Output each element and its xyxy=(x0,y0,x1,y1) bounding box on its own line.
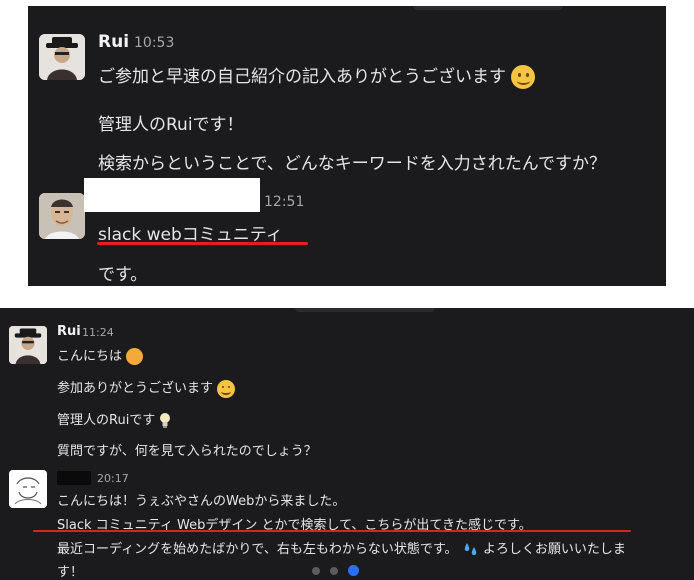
message-text: よろしくお願いいたしま xyxy=(482,542,626,557)
message-line: ご参加と早速の自己紹介の記入ありがとうございます xyxy=(98,62,536,89)
panel-notch xyxy=(295,308,435,312)
message-author[interactable]: Rui xyxy=(57,324,81,339)
avatar-rui-image xyxy=(39,34,85,80)
message-line: こんにちは！うぇぶやさんのWebから来ました。 xyxy=(57,494,346,509)
message-line: 参加ありがとうございます xyxy=(57,377,236,398)
chat-panel-top: Rui 10:53 ご参加と早速の自己紹介の記入ありがとうございます 管理人のR… xyxy=(28,6,666,286)
carousel-dots xyxy=(312,565,359,576)
carousel-dot-active[interactable] xyxy=(348,565,359,576)
message-text: こんにちは xyxy=(57,349,123,364)
highlight-underline xyxy=(97,242,308,245)
redacted-username xyxy=(84,178,260,212)
message-line: 最近コーディングを始めたばかりで、右も左もわからない状態です。 よろしくお願いい… xyxy=(57,538,626,557)
message-text: 管理人のRuiです xyxy=(57,413,156,428)
avatar-user-image xyxy=(39,193,85,239)
relieved-emoji-icon xyxy=(126,348,144,365)
sweat-drops-icon xyxy=(464,543,476,555)
light-bulb-icon xyxy=(160,413,171,428)
smile-emoji-icon xyxy=(511,65,536,89)
message-timestamp[interactable]: 20:17 xyxy=(97,472,129,485)
avatar-user[interactable] xyxy=(39,193,85,239)
redacted-username xyxy=(57,471,91,485)
message-line: 管理人のRuiです xyxy=(57,409,171,429)
panel-notch xyxy=(413,6,563,10)
message-line: 質問ですが、何を見て入られたのでしょう？ xyxy=(57,444,317,459)
avatar-rui-image xyxy=(9,326,47,364)
message-text: 最近コーディングを始めたばかりで、右も左もわからない状態です。 xyxy=(57,542,458,557)
screenshot-page: Rui 10:53 ご参加と早速の自己紹介の記入ありがとうございます 管理人のR… xyxy=(0,0,694,580)
message-line: す！ xyxy=(57,565,84,580)
chat-panel-bottom: Rui 11:24 こんにちは 参加ありがとうございます 管理人のRuiです 質… xyxy=(0,308,694,580)
avatar-user-image xyxy=(9,470,47,508)
message-text: 参加ありがとうございます xyxy=(57,381,214,396)
avatar-rui[interactable] xyxy=(9,326,47,364)
message-line: 管理人のRuiです！ xyxy=(98,115,244,135)
message-line: こんにちは xyxy=(57,345,144,365)
message-line: です。 xyxy=(98,265,148,285)
avatar-rui[interactable] xyxy=(39,34,85,80)
message-author[interactable]: Rui xyxy=(98,32,129,52)
message-timestamp[interactable]: 12:51 xyxy=(264,194,304,210)
carousel-dot[interactable] xyxy=(330,566,338,575)
carousel-dot[interactable] xyxy=(312,566,320,575)
message-timestamp[interactable]: 11:24 xyxy=(82,326,114,339)
message-text: ご参加と早速の自己紹介の記入ありがとうございます xyxy=(98,67,506,87)
highlight-underline xyxy=(33,530,631,532)
smile-emoji-icon xyxy=(217,379,236,398)
message-line: 検索からということで、どんなキーワードを入力されたんですか？ xyxy=(98,154,606,174)
avatar-user[interactable] xyxy=(9,470,47,508)
message-timestamp[interactable]: 10:53 xyxy=(134,35,174,51)
